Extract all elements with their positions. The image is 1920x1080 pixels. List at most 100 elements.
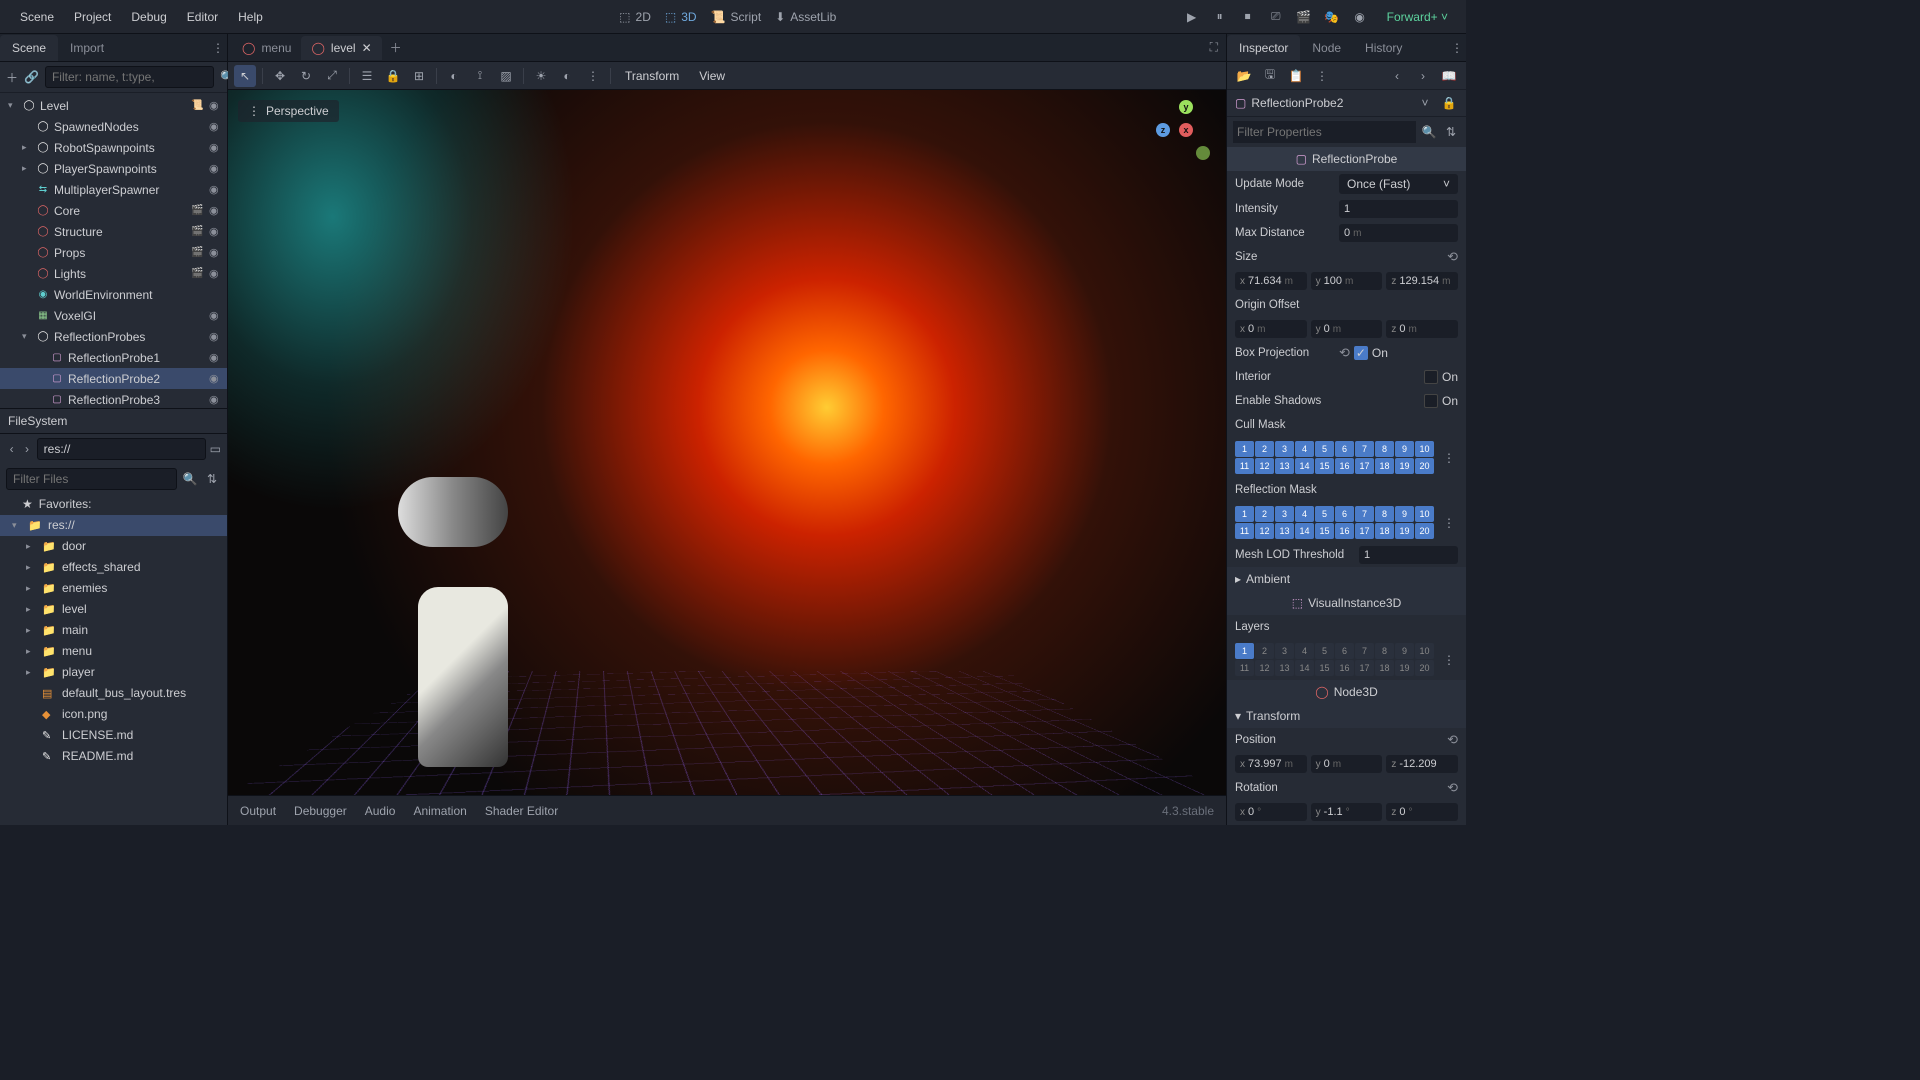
cull-mask-grid[interactable]: 1234567891011121314151617181920 (1235, 439, 1434, 476)
origin-z-field[interactable]: z0m (1386, 320, 1458, 338)
origin-y-field[interactable]: y0m (1311, 320, 1383, 338)
tree-item[interactable]: ◯Core🎬◉ (0, 200, 227, 221)
layers-grid[interactable]: 1234567891011121314151617181920 (1235, 641, 1434, 678)
rotate-tool[interactable]: ↻ (295, 65, 317, 87)
mask-cell[interactable]: 14 (1295, 523, 1314, 539)
tree-item[interactable]: ◯Props🎬◉ (0, 242, 227, 263)
cull-mask-menu-icon[interactable]: ⋮ (1440, 449, 1458, 467)
mask-cell[interactable]: 20 (1415, 660, 1434, 676)
mask-cell[interactable]: 8 (1375, 441, 1394, 457)
menu-scene[interactable]: Scene (10, 4, 64, 30)
mask-cell[interactable]: 19 (1395, 523, 1414, 539)
update-mode-dropdown[interactable]: Once (Fast)˅ (1339, 174, 1458, 194)
movie-maker-button[interactable]: ◉ (1351, 8, 1369, 26)
tree-item[interactable]: ◯Structure🎬◉ (0, 221, 227, 242)
tree-item[interactable]: ◯SpawnedNodes◉ (0, 116, 227, 137)
fs-item[interactable]: ▸📁enemies (0, 578, 227, 599)
rotation-z-field[interactable]: z0° (1386, 803, 1458, 821)
open-resource-button[interactable]: 📂 (1235, 67, 1253, 85)
scale-tool[interactable]: ⤢ (321, 65, 343, 87)
rotation-x-field[interactable]: x0° (1235, 803, 1307, 821)
add-node-button[interactable]: ＋ (6, 68, 18, 86)
mask-cell[interactable]: 16 (1335, 523, 1354, 539)
perspective-dropdown[interactable]: ⋮Perspective (238, 100, 339, 122)
sun-tool[interactable]: ☀ (530, 65, 552, 87)
doc-tab-level[interactable]: ◯level✕ (301, 36, 381, 60)
mask-cell[interactable]: 2 (1255, 441, 1274, 457)
y-axis[interactable]: y (1179, 100, 1193, 114)
instance-scene-button[interactable]: 🔗 (24, 68, 39, 86)
transform-section[interactable]: ▾Transform (1227, 704, 1466, 728)
path-forward-button[interactable]: › (21, 440, 32, 458)
fs-item[interactable]: ✎README.md (0, 746, 227, 767)
dock-menu-icon[interactable]: ⋮ (1448, 39, 1466, 57)
mask-cell[interactable]: 13 (1275, 523, 1294, 539)
tree-item[interactable]: ▸◯RobotSpawnpoints◉ (0, 137, 227, 158)
mask-cell[interactable]: 9 (1395, 643, 1414, 659)
play-button[interactable]: ▶ (1183, 8, 1201, 26)
tree-item[interactable]: ◯Lights🎬◉ (0, 263, 227, 284)
lock-tool[interactable]: 🔒 (382, 65, 404, 87)
mask-cell[interactable]: 17 (1355, 660, 1374, 676)
reset-rotation-button[interactable]: ⟲ (1447, 780, 1458, 796)
mask-cell[interactable]: 13 (1275, 458, 1294, 474)
tree-item[interactable]: ▾◯Level📜◉ (0, 95, 227, 116)
local-coords-tool[interactable]: ⟟ (469, 65, 491, 87)
menu-help[interactable]: Help (228, 4, 273, 30)
reset-position-button[interactable]: ⟲ (1447, 732, 1458, 748)
mask-cell[interactable]: 17 (1355, 523, 1374, 539)
history-forward-button[interactable]: › (1414, 67, 1432, 85)
intensity-field[interactable]: 1 (1339, 200, 1458, 218)
mask-cell[interactable]: 4 (1295, 643, 1314, 659)
mask-cell[interactable]: 7 (1355, 506, 1374, 522)
renderer-dropdown[interactable]: Forward+ ˅ (1379, 6, 1456, 28)
stop-button[interactable]: ⏹ (1239, 8, 1257, 26)
interior-checkbox[interactable] (1424, 370, 1438, 384)
mask-cell[interactable]: 8 (1375, 506, 1394, 522)
ruler-tool[interactable]: ◐ (443, 65, 465, 87)
selector-lock-icon[interactable]: 🔒 (1440, 94, 1458, 112)
dock-menu-icon[interactable]: ⋮ (209, 39, 227, 57)
mask-cell[interactable]: 2 (1255, 643, 1274, 659)
mask-cell[interactable]: 11 (1235, 660, 1254, 676)
docs-button[interactable]: 📖 (1440, 67, 1458, 85)
fs-item[interactable]: ✎LICENSE.md (0, 725, 227, 746)
max-distance-field[interactable]: 0m (1339, 224, 1458, 242)
mask-cell[interactable]: 11 (1235, 523, 1254, 539)
workspace-script[interactable]: 📜Script (711, 10, 762, 24)
workspace-assetlib[interactable]: ⬇AssetLib (775, 10, 836, 24)
mask-cell[interactable]: 19 (1395, 660, 1414, 676)
path-toggle-icon[interactable]: ▭ (210, 440, 221, 458)
layers-menu-icon[interactable]: ⋮ (1440, 651, 1458, 669)
fs-item[interactable]: ▤default_bus_layout.tres (0, 683, 227, 704)
tree-item[interactable]: ◉WorldEnvironment (0, 284, 227, 305)
env-tool[interactable]: ◐ (556, 65, 578, 87)
mask-cell[interactable]: 5 (1315, 441, 1334, 457)
mask-cell[interactable]: 10 (1415, 441, 1434, 457)
transform-menu[interactable]: Transform (617, 65, 687, 87)
search-icon[interactable]: 🔍 (1420, 123, 1438, 141)
tree-item[interactable]: ▸◯PlayerSpawnpoints◉ (0, 158, 227, 179)
close-icon[interactable]: ✕ (362, 41, 372, 55)
size-y-field[interactable]: y100m (1311, 272, 1383, 290)
mask-cell[interactable]: 18 (1375, 660, 1394, 676)
position-x-field[interactable]: x73.997m (1235, 755, 1307, 773)
filter-sort-icon[interactable]: ⇅ (203, 470, 221, 488)
tab-inspector[interactable]: Inspector (1227, 35, 1300, 61)
reflection-mask-grid[interactable]: 1234567891011121314151617181920 (1235, 504, 1434, 541)
fs-item[interactable]: ▸📁player (0, 662, 227, 683)
shader-editor-tab[interactable]: Shader Editor (485, 804, 558, 818)
camera-tool[interactable]: ⋮ (582, 65, 604, 87)
neg-y-axis[interactable] (1196, 146, 1210, 160)
group-tool[interactable]: ⊞ (408, 65, 430, 87)
mask-cell[interactable]: 3 (1275, 643, 1294, 659)
rotation-y-field[interactable]: y-1.1° (1311, 803, 1383, 821)
filter-search-icon[interactable]: 🔍 (181, 470, 199, 488)
fs-item[interactable]: ▸📁level (0, 599, 227, 620)
tree-item[interactable]: ▢ReflectionProbe2◉ (0, 368, 227, 389)
select-tool[interactable]: ↖ (234, 65, 256, 87)
output-tab[interactable]: Output (240, 804, 276, 818)
reflection-mask-menu-icon[interactable]: ⋮ (1440, 514, 1458, 532)
mask-cell[interactable]: 15 (1315, 458, 1334, 474)
mask-cell[interactable]: 6 (1335, 643, 1354, 659)
